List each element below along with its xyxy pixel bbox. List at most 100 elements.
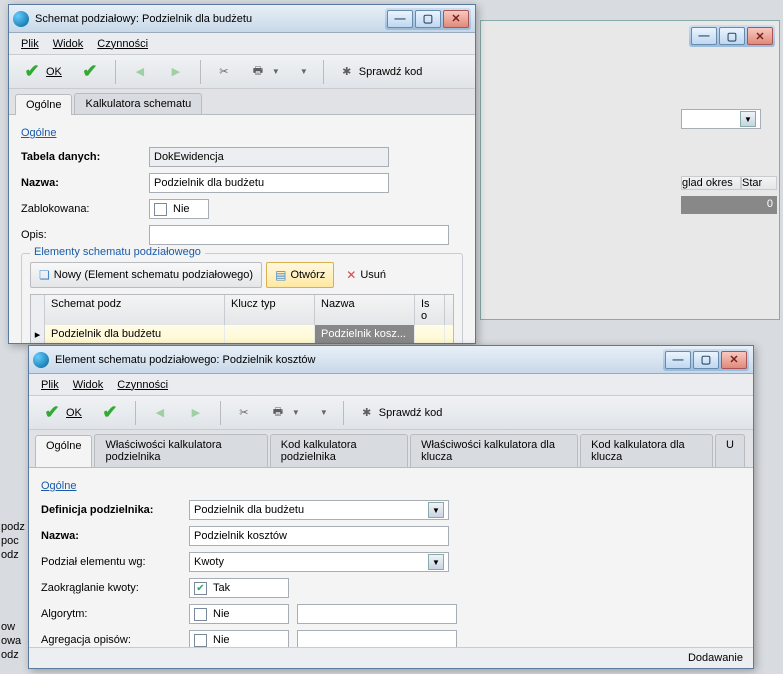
- arrow-right-icon: ▶: [187, 404, 205, 422]
- field-algorytm[interactable]: Nie: [189, 604, 289, 624]
- minimize-button[interactable]: —: [665, 351, 691, 369]
- new-button[interactable]: ❏ Nowy (Element schematu podziałowego): [30, 262, 262, 288]
- field-zaokr[interactable]: ✔ Tak: [189, 578, 289, 598]
- ok-label: OK: [46, 66, 62, 78]
- bg1-minimize-button[interactable]: —: [691, 27, 717, 45]
- label-podzial: Podział elementu wg:: [41, 556, 181, 568]
- open-button[interactable]: ▤ Otwórz: [266, 262, 334, 288]
- wrench-icon: ✂: [236, 405, 252, 421]
- field-agregacja-text[interactable]: [297, 630, 457, 647]
- check-code-label: Sprawdź kod: [359, 66, 423, 78]
- bg1-window-buttons: — ▢ ✕: [689, 25, 775, 47]
- menu-czynnosci[interactable]: Czynności: [111, 377, 174, 393]
- bg2-side-text: podz: [0, 520, 30, 534]
- print-button[interactable]: 🖶▼: [243, 59, 287, 85]
- nav-fwd-button[interactable]: ▶: [180, 400, 212, 426]
- menu-widok[interactable]: Widok: [67, 377, 110, 393]
- col-klucz[interactable]: Klucz typ: [225, 295, 315, 325]
- app-icon: [13, 11, 29, 27]
- close-button[interactable]: ✕: [443, 10, 469, 28]
- tab-kod-podz[interactable]: Kod kalkulatora podzielnika: [270, 434, 408, 467]
- gear-icon: ✱: [339, 64, 355, 80]
- tab-wlasc-podz[interactable]: Właściwości kalkulatora podzielnika: [94, 434, 267, 467]
- background-window-1: — ▢ ✕ ▼ glad okres Star 0: [480, 20, 780, 320]
- close-button[interactable]: ✕: [721, 351, 747, 369]
- content-area: Ogólne Tabela danych: Nazwa: Zablokowana…: [9, 115, 475, 343]
- titlebar[interactable]: Schemat podziałowy: Podzielnik dla budże…: [9, 5, 475, 33]
- check-code-button[interactable]: ✱ Sprawdź kod: [332, 59, 430, 85]
- menu-plik[interactable]: Plik: [15, 36, 45, 52]
- window-title: Schemat podziałowy: Podzielnik dla budże…: [35, 13, 385, 25]
- menu-czynnosci[interactable]: Czynności: [91, 36, 154, 52]
- window-title: Element schematu podziałowego: Podzielni…: [55, 354, 663, 366]
- tools-button[interactable]: ✂: [209, 59, 239, 85]
- tab-u[interactable]: U: [715, 434, 745, 467]
- nav-back-button[interactable]: ◀: [124, 59, 156, 85]
- wrench-icon: ✂: [216, 64, 232, 80]
- open-icon: ▤: [275, 268, 286, 282]
- menu-plik[interactable]: Plik: [35, 377, 65, 393]
- field-opis[interactable]: [149, 225, 449, 245]
- chevron-down-icon: ▼: [300, 67, 308, 76]
- podzial-value: Kwoty: [194, 556, 224, 568]
- col-nazwa[interactable]: Nazwa: [315, 295, 415, 325]
- field-zablokowana[interactable]: Nie: [149, 199, 209, 219]
- check-icon: ✔: [100, 403, 120, 423]
- field-algorytm-text[interactable]: [297, 604, 457, 624]
- statusbar: Dodawanie: [29, 647, 753, 668]
- tab-kalkulator[interactable]: Kalkulatora schematu: [74, 93, 202, 114]
- tools-button[interactable]: ✂: [229, 400, 259, 426]
- confirm-button[interactable]: ✔: [73, 59, 107, 85]
- background-window-2: podz poc odz: [0, 520, 30, 590]
- bg1-dropdown[interactable]: ▼: [681, 109, 761, 129]
- label-tabela: Tabela danych:: [21, 151, 141, 163]
- bg1-maximize-button[interactable]: ▢: [719, 27, 745, 45]
- nav-fwd-button[interactable]: ▶: [160, 59, 192, 85]
- status-text: Dodawanie: [688, 652, 743, 664]
- col-iso[interactable]: Is o: [415, 295, 445, 325]
- field-nazwa[interactable]: [189, 526, 449, 546]
- agregacja-value: Nie: [213, 634, 230, 646]
- ok-button[interactable]: ✔ OK: [15, 59, 69, 85]
- field-nazwa[interactable]: [149, 173, 389, 193]
- label-definicja: Definicja podzielnika:: [41, 504, 181, 516]
- content-area: Ogólne Definicja podzielnika: Podzielnik…: [29, 468, 753, 647]
- confirm-button[interactable]: ✔: [93, 400, 127, 426]
- ok-button[interactable]: ✔ OK: [35, 400, 89, 426]
- field-agregacja[interactable]: Nie: [189, 630, 289, 647]
- titlebar[interactable]: Element schematu podziałowego: Podzielni…: [29, 346, 753, 374]
- tab-kod-klucz[interactable]: Kod kalkulatora dla klucza: [580, 434, 713, 467]
- bg2-bottom-text: owa: [0, 634, 30, 648]
- label-nazwa: Nazwa:: [21, 177, 141, 189]
- print-button[interactable]: 🖶▼: [263, 400, 307, 426]
- more-button[interactable]: ▼: [291, 59, 315, 85]
- arrow-left-icon: ◀: [151, 404, 169, 422]
- more-button[interactable]: ▼: [311, 400, 335, 426]
- maximize-button[interactable]: ▢: [415, 10, 441, 28]
- tab-wlasc-klucz[interactable]: Właściwości kalkulatora dla klucza: [410, 434, 578, 467]
- field-podzial[interactable]: Kwoty ▼: [189, 552, 449, 572]
- check-code-button[interactable]: ✱ Sprawdź kod: [352, 400, 450, 426]
- field-definicja[interactable]: Podzielnik dla budżetu ▼: [189, 500, 449, 520]
- delete-button[interactable]: ✕ Usuń: [338, 262, 394, 288]
- nav-back-button[interactable]: ◀: [144, 400, 176, 426]
- check-code-label: Sprawdź kod: [379, 407, 443, 419]
- menu-widok[interactable]: Widok: [47, 36, 90, 52]
- chevron-down-icon: ▼: [272, 67, 280, 76]
- chevron-down-icon: ▼: [320, 408, 328, 417]
- fieldset-elementy: Elementy schematu podziałowego ❏ Nowy (E…: [21, 253, 463, 343]
- field-tabela[interactable]: [149, 147, 389, 167]
- ok-label: OK: [66, 407, 82, 419]
- window-schemat: Schemat podziałowy: Podzielnik dla budże…: [8, 4, 476, 344]
- menubar: Plik Widok Czynności: [29, 374, 753, 396]
- minimize-button[interactable]: —: [387, 10, 413, 28]
- tab-ogolne[interactable]: Ogólne: [35, 435, 92, 468]
- bg1-close-button[interactable]: ✕: [747, 27, 773, 45]
- tab-ogolne[interactable]: Ogólne: [15, 94, 72, 115]
- col-schemat[interactable]: Schemat podz: [45, 295, 225, 325]
- table-row[interactable]: ▸ Podzielnik dla budżetu Podzielnik kosz…: [31, 325, 453, 343]
- chevron-down-icon: ▼: [740, 111, 756, 127]
- elements-grid[interactable]: Schemat podz Klucz typ Nazwa Is o ▸ Podz…: [30, 294, 454, 343]
- maximize-button[interactable]: ▢: [693, 351, 719, 369]
- delete-label: Usuń: [360, 269, 386, 281]
